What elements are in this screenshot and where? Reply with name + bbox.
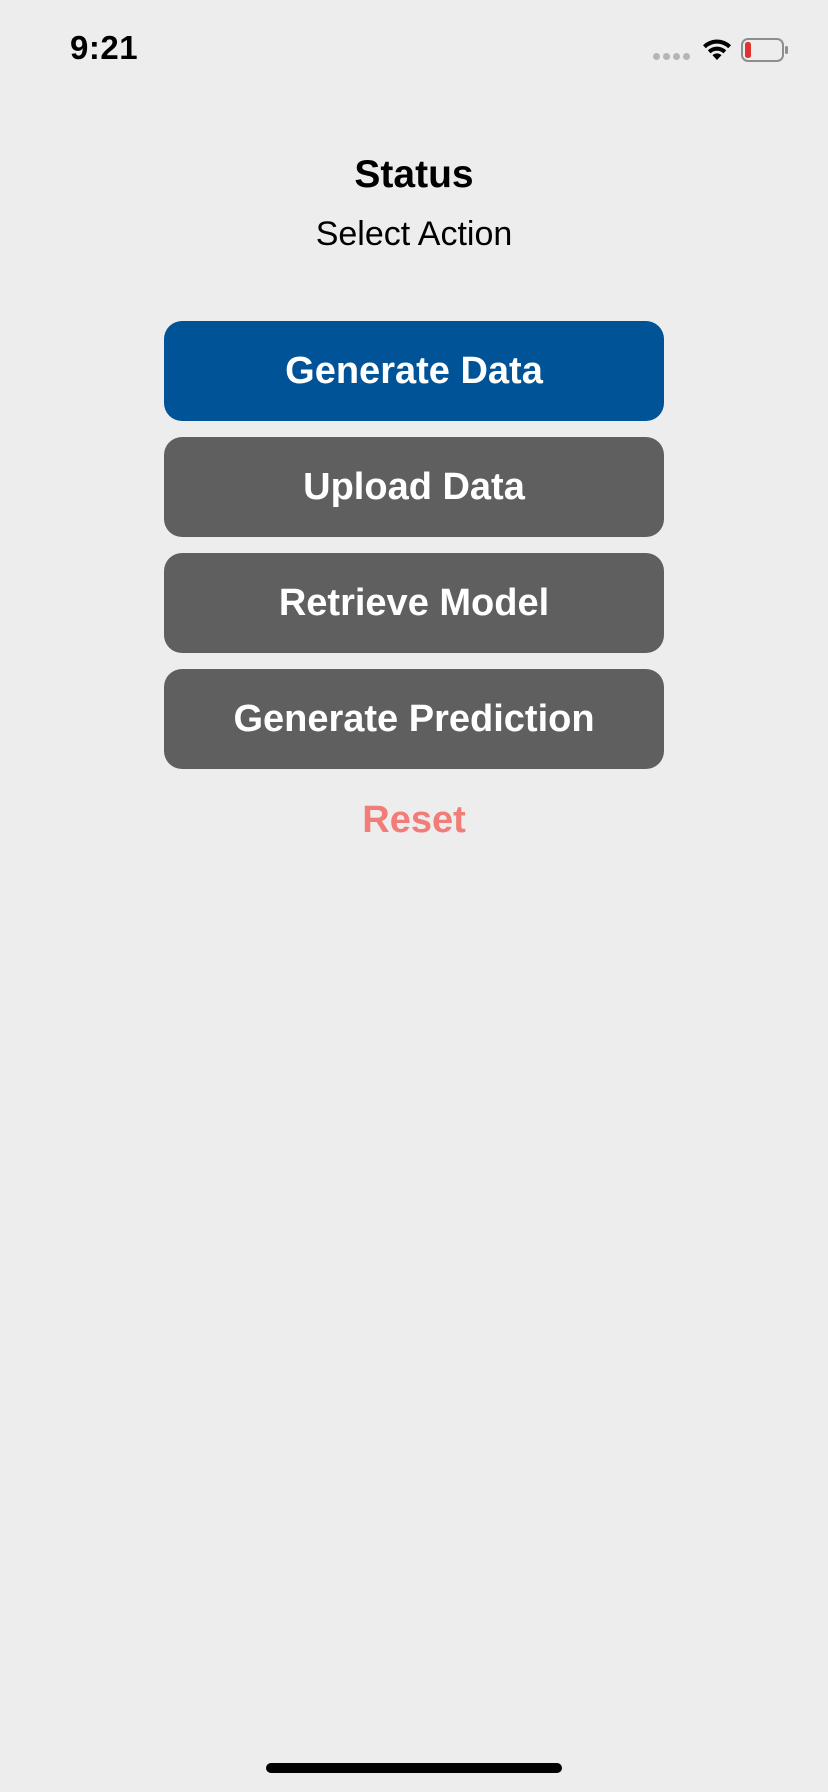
reset-button[interactable]: Reset <box>314 795 514 845</box>
upload-data-button[interactable]: Upload Data <box>164 437 664 537</box>
status-time: 9:21 <box>70 29 139 66</box>
retrieve-model-button[interactable]: Retrieve Model <box>164 553 664 653</box>
generate-data-button[interactable]: Generate Data <box>164 321 664 421</box>
page-subtitle: Select Action <box>315 215 513 253</box>
cellular-signal-icon <box>653 53 690 60</box>
status-bar: 9:21 <box>0 0 828 100</box>
wifi-icon <box>703 39 731 60</box>
battery-low-icon <box>741 38 788 62</box>
page-title: Status <box>354 153 474 196</box>
generate-prediction-button[interactable]: Generate Prediction <box>164 669 664 769</box>
home-indicator[interactable] <box>266 1763 562 1773</box>
